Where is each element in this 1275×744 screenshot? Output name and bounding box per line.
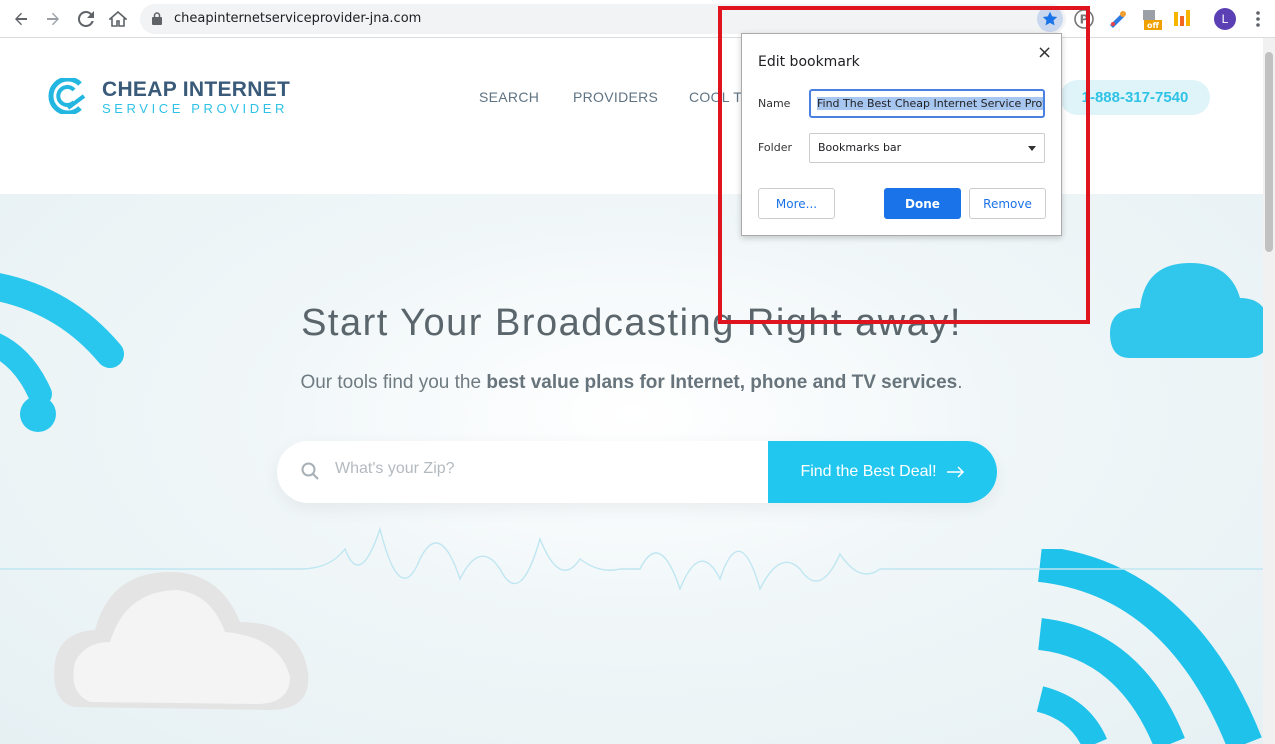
reload-icon[interactable] <box>74 7 98 31</box>
zip-search-form: Find the Best Deal! <box>277 441 997 503</box>
arrow-right-icon <box>946 466 964 478</box>
profile-avatar[interactable]: L <box>1214 8 1236 30</box>
coupon-extension-icon[interactable]: off <box>1140 8 1162 30</box>
nav-providers[interactable]: PROVIDERS <box>573 89 658 105</box>
url-text: cheapinternetserviceprovider-jna.com <box>174 11 422 26</box>
logo-icon[interactable] <box>46 76 92 119</box>
lock-icon <box>152 12 162 30</box>
find-deal-button[interactable]: Find the Best Deal! <box>768 441 997 503</box>
hero-subtitle: Our tools find you the best value plans … <box>300 372 963 393</box>
logo-subtitle: SERVICE PROVIDER <box>102 101 288 116</box>
puzzle-extension-icon[interactable] <box>1107 8 1129 30</box>
nav-search[interactable]: SEARCH <box>479 89 539 105</box>
bars-extension-icon[interactable] <box>1172 8 1194 30</box>
forward-icon[interactable] <box>41 7 65 31</box>
back-icon[interactable] <box>9 7 33 31</box>
search-icon <box>301 462 319 485</box>
scrollbar-thumb[interactable] <box>1265 52 1273 252</box>
page-scrollbar[interactable] <box>1263 38 1275 744</box>
waveform-decoration-icon <box>0 526 1263 592</box>
logo-title[interactable]: CHEAP INTERNET <box>102 78 290 102</box>
browser-menu-icon[interactable] <box>1250 9 1266 29</box>
highlight-annotation <box>718 6 1090 324</box>
svg-text:off: off <box>1147 21 1159 30</box>
zip-input[interactable] <box>333 459 757 479</box>
home-icon[interactable] <box>106 7 130 31</box>
